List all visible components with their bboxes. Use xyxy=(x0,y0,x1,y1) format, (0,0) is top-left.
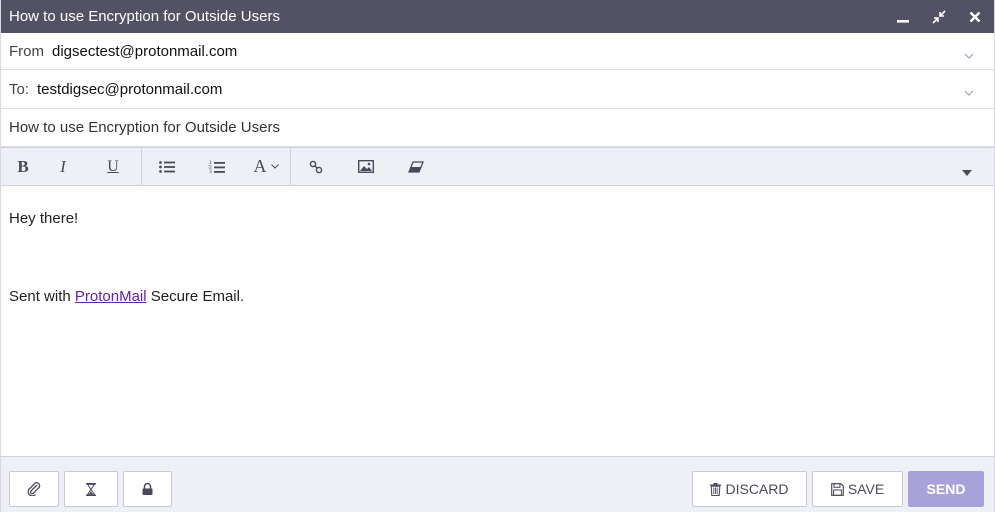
minimize-icon[interactable] xyxy=(896,10,910,24)
save-label: SAVE xyxy=(847,481,885,497)
signature-prefix: Sent with xyxy=(9,288,75,305)
protonmail-link[interactable]: ProtonMail xyxy=(75,288,147,305)
image-icon xyxy=(358,160,374,173)
trash-icon xyxy=(710,482,722,496)
from-label: From xyxy=(9,42,44,60)
composer-window: How to use Encryption for Outside Users … xyxy=(0,0,995,512)
send-button[interactable]: SEND xyxy=(908,471,984,507)
chevron-down-icon xyxy=(270,164,279,169)
restore-icon[interactable] xyxy=(932,9,946,24)
body-greeting: Hey there! xyxy=(9,210,79,227)
hourglass-icon xyxy=(86,482,96,496)
numbered-list-icon: 123 xyxy=(209,160,225,174)
bullet-list-icon xyxy=(159,160,175,173)
discard-label: DISCARD xyxy=(725,481,789,497)
paperclip-icon xyxy=(27,482,41,496)
to-field[interactable]: To: testdigsec@protonmail.com xyxy=(1,70,994,109)
composer-titlebar: How to use Encryption for Outside Users xyxy=(1,0,994,33)
font-format-button[interactable]: A xyxy=(242,148,290,186)
toolbar-more-button[interactable] xyxy=(962,163,972,179)
to-label: To: xyxy=(9,80,30,98)
discard-button[interactable]: DISCARD xyxy=(692,471,807,507)
eraser-icon xyxy=(408,160,424,173)
insert-link-button[interactable] xyxy=(291,148,341,186)
floppy-disk-icon xyxy=(830,482,844,496)
message-body[interactable]: Hey there! Sent with ProtonMail Secure E… xyxy=(1,188,994,456)
chevron-down-icon[interactable] xyxy=(964,83,974,99)
attach-button[interactable] xyxy=(9,471,59,507)
underline-button[interactable]: U xyxy=(85,148,141,186)
svg-text:3: 3 xyxy=(209,169,212,174)
insert-image-button[interactable] xyxy=(341,148,391,186)
expiration-button[interactable] xyxy=(64,471,118,507)
window-controls xyxy=(896,9,982,24)
chevron-down-icon[interactable] xyxy=(964,46,974,62)
close-icon[interactable] xyxy=(968,10,982,24)
save-button[interactable]: SAVE xyxy=(812,471,903,507)
formatting-toolbar: B I U 123 A xyxy=(1,147,994,186)
signature-suffix: Secure Email. xyxy=(146,288,245,305)
composer-title: How to use Encryption for Outside Users xyxy=(9,8,280,25)
link-icon xyxy=(309,160,323,173)
bullet-list-button[interactable] xyxy=(142,148,192,186)
lock-icon xyxy=(142,483,153,495)
caret-down-icon xyxy=(962,170,972,176)
numbered-list-button[interactable]: 123 xyxy=(192,148,242,186)
encrypt-outside-button[interactable] xyxy=(123,471,172,507)
body-signature: Sent with ProtonMail Secure Email. xyxy=(9,288,986,305)
to-recipient[interactable]: testdigsec@protonmail.com xyxy=(37,81,222,98)
from-field[interactable]: From digsectest@protonmail.com xyxy=(1,33,994,70)
clear-formatting-button[interactable] xyxy=(391,148,441,186)
italic-button[interactable]: I xyxy=(41,148,85,186)
from-address[interactable]: digsectest@protonmail.com xyxy=(52,43,237,60)
bold-button[interactable]: B xyxy=(5,148,41,186)
composer-footer: DISCARD SAVE SEND xyxy=(1,456,994,512)
subject-field[interactable]: How to use Encryption for Outside Users xyxy=(1,109,994,147)
font-icon: A xyxy=(253,156,267,176)
subject-input[interactable]: How to use Encryption for Outside Users xyxy=(9,119,280,136)
